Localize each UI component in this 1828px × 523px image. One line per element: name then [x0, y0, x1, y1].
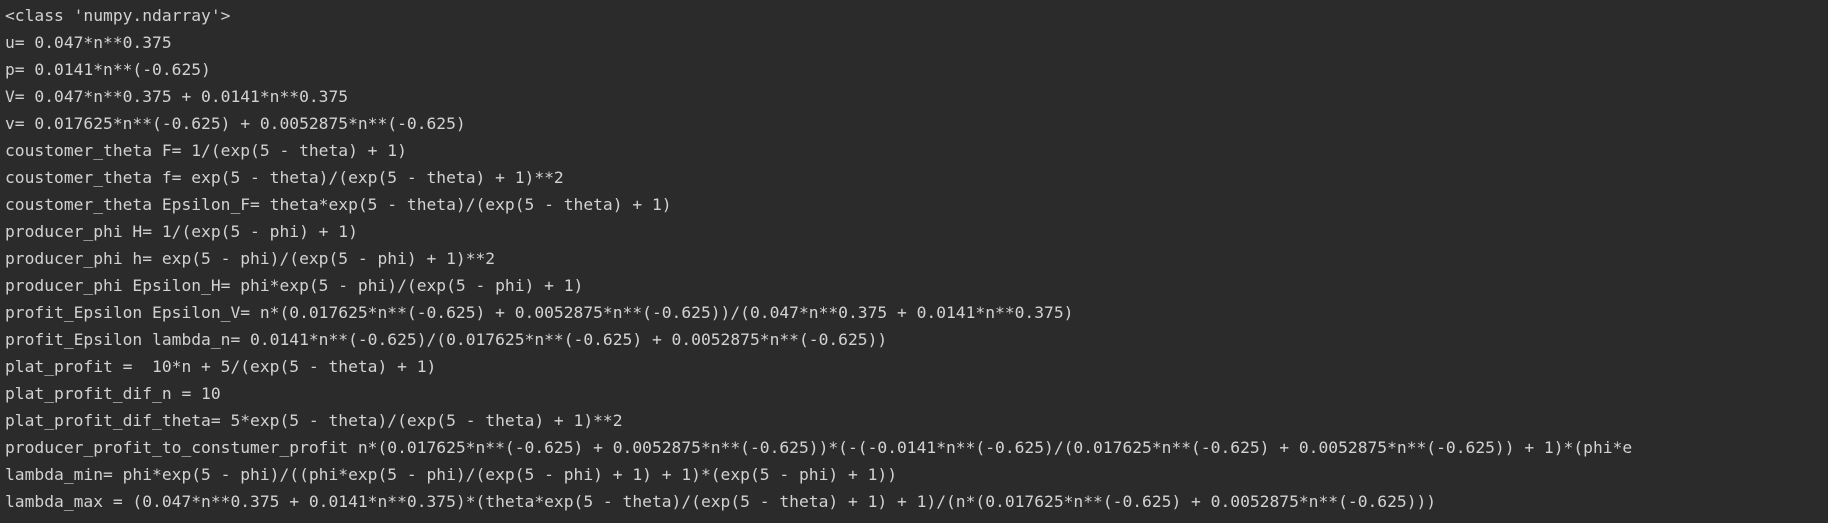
- output-line-u: u= 0.047*n**0.375: [5, 33, 172, 52]
- output-line-p: p= 0.0141*n**(-0.625): [5, 60, 211, 79]
- output-line-customer-f: coustomer_theta f= exp(5 - theta)/(exp(5…: [5, 168, 564, 187]
- output-line-profit-lambda-n: profit_Epsilon lambda_n= 0.0141*n**(-0.6…: [5, 330, 888, 349]
- console-output: <class 'numpy.ndarray'> u= 0.047*n**0.37…: [0, 0, 1828, 523]
- output-line-lambda-min: lambda_min= phi*exp(5 - phi)/((phi*exp(5…: [5, 465, 897, 484]
- output-line-producer-H: producer_phi H= 1/(exp(5 - phi) + 1): [5, 222, 358, 241]
- output-line-producer-h: producer_phi h= exp(5 - phi)/(exp(5 - ph…: [5, 249, 496, 268]
- output-line-customer-epsilon-F: coustomer_theta Epsilon_F= theta*exp(5 -…: [5, 195, 672, 214]
- output-line-plat-profit: plat_profit = 10*n + 5/(exp(5 - theta) +…: [5, 357, 437, 376]
- output-line-v: v= 0.017625*n**(-0.625) + 0.0052875*n**(…: [5, 114, 466, 133]
- output-line-type: <class 'numpy.ndarray'>: [5, 6, 231, 25]
- output-line-customer-F: coustomer_theta F= 1/(exp(5 - theta) + 1…: [5, 141, 407, 160]
- output-line-producer-to-consumer-profit: producer_profit_to_constumer_profit n*(0…: [5, 438, 1633, 457]
- output-line-V: V= 0.047*n**0.375 + 0.0141*n**0.375: [5, 87, 349, 106]
- output-line-lambda-max: lambda_max = (0.047*n**0.375 + 0.0141*n*…: [5, 492, 1437, 511]
- output-line-producer-epsilon-H: producer_phi Epsilon_H= phi*exp(5 - phi)…: [5, 276, 584, 295]
- output-line-plat-profit-dif-theta: plat_profit_dif_theta= 5*exp(5 - theta)/…: [5, 411, 623, 430]
- output-line-plat-profit-dif-n: plat_profit_dif_n = 10: [5, 384, 221, 403]
- output-line-profit-epsilon-V: profit_Epsilon Epsilon_V= n*(0.017625*n*…: [5, 303, 1074, 322]
